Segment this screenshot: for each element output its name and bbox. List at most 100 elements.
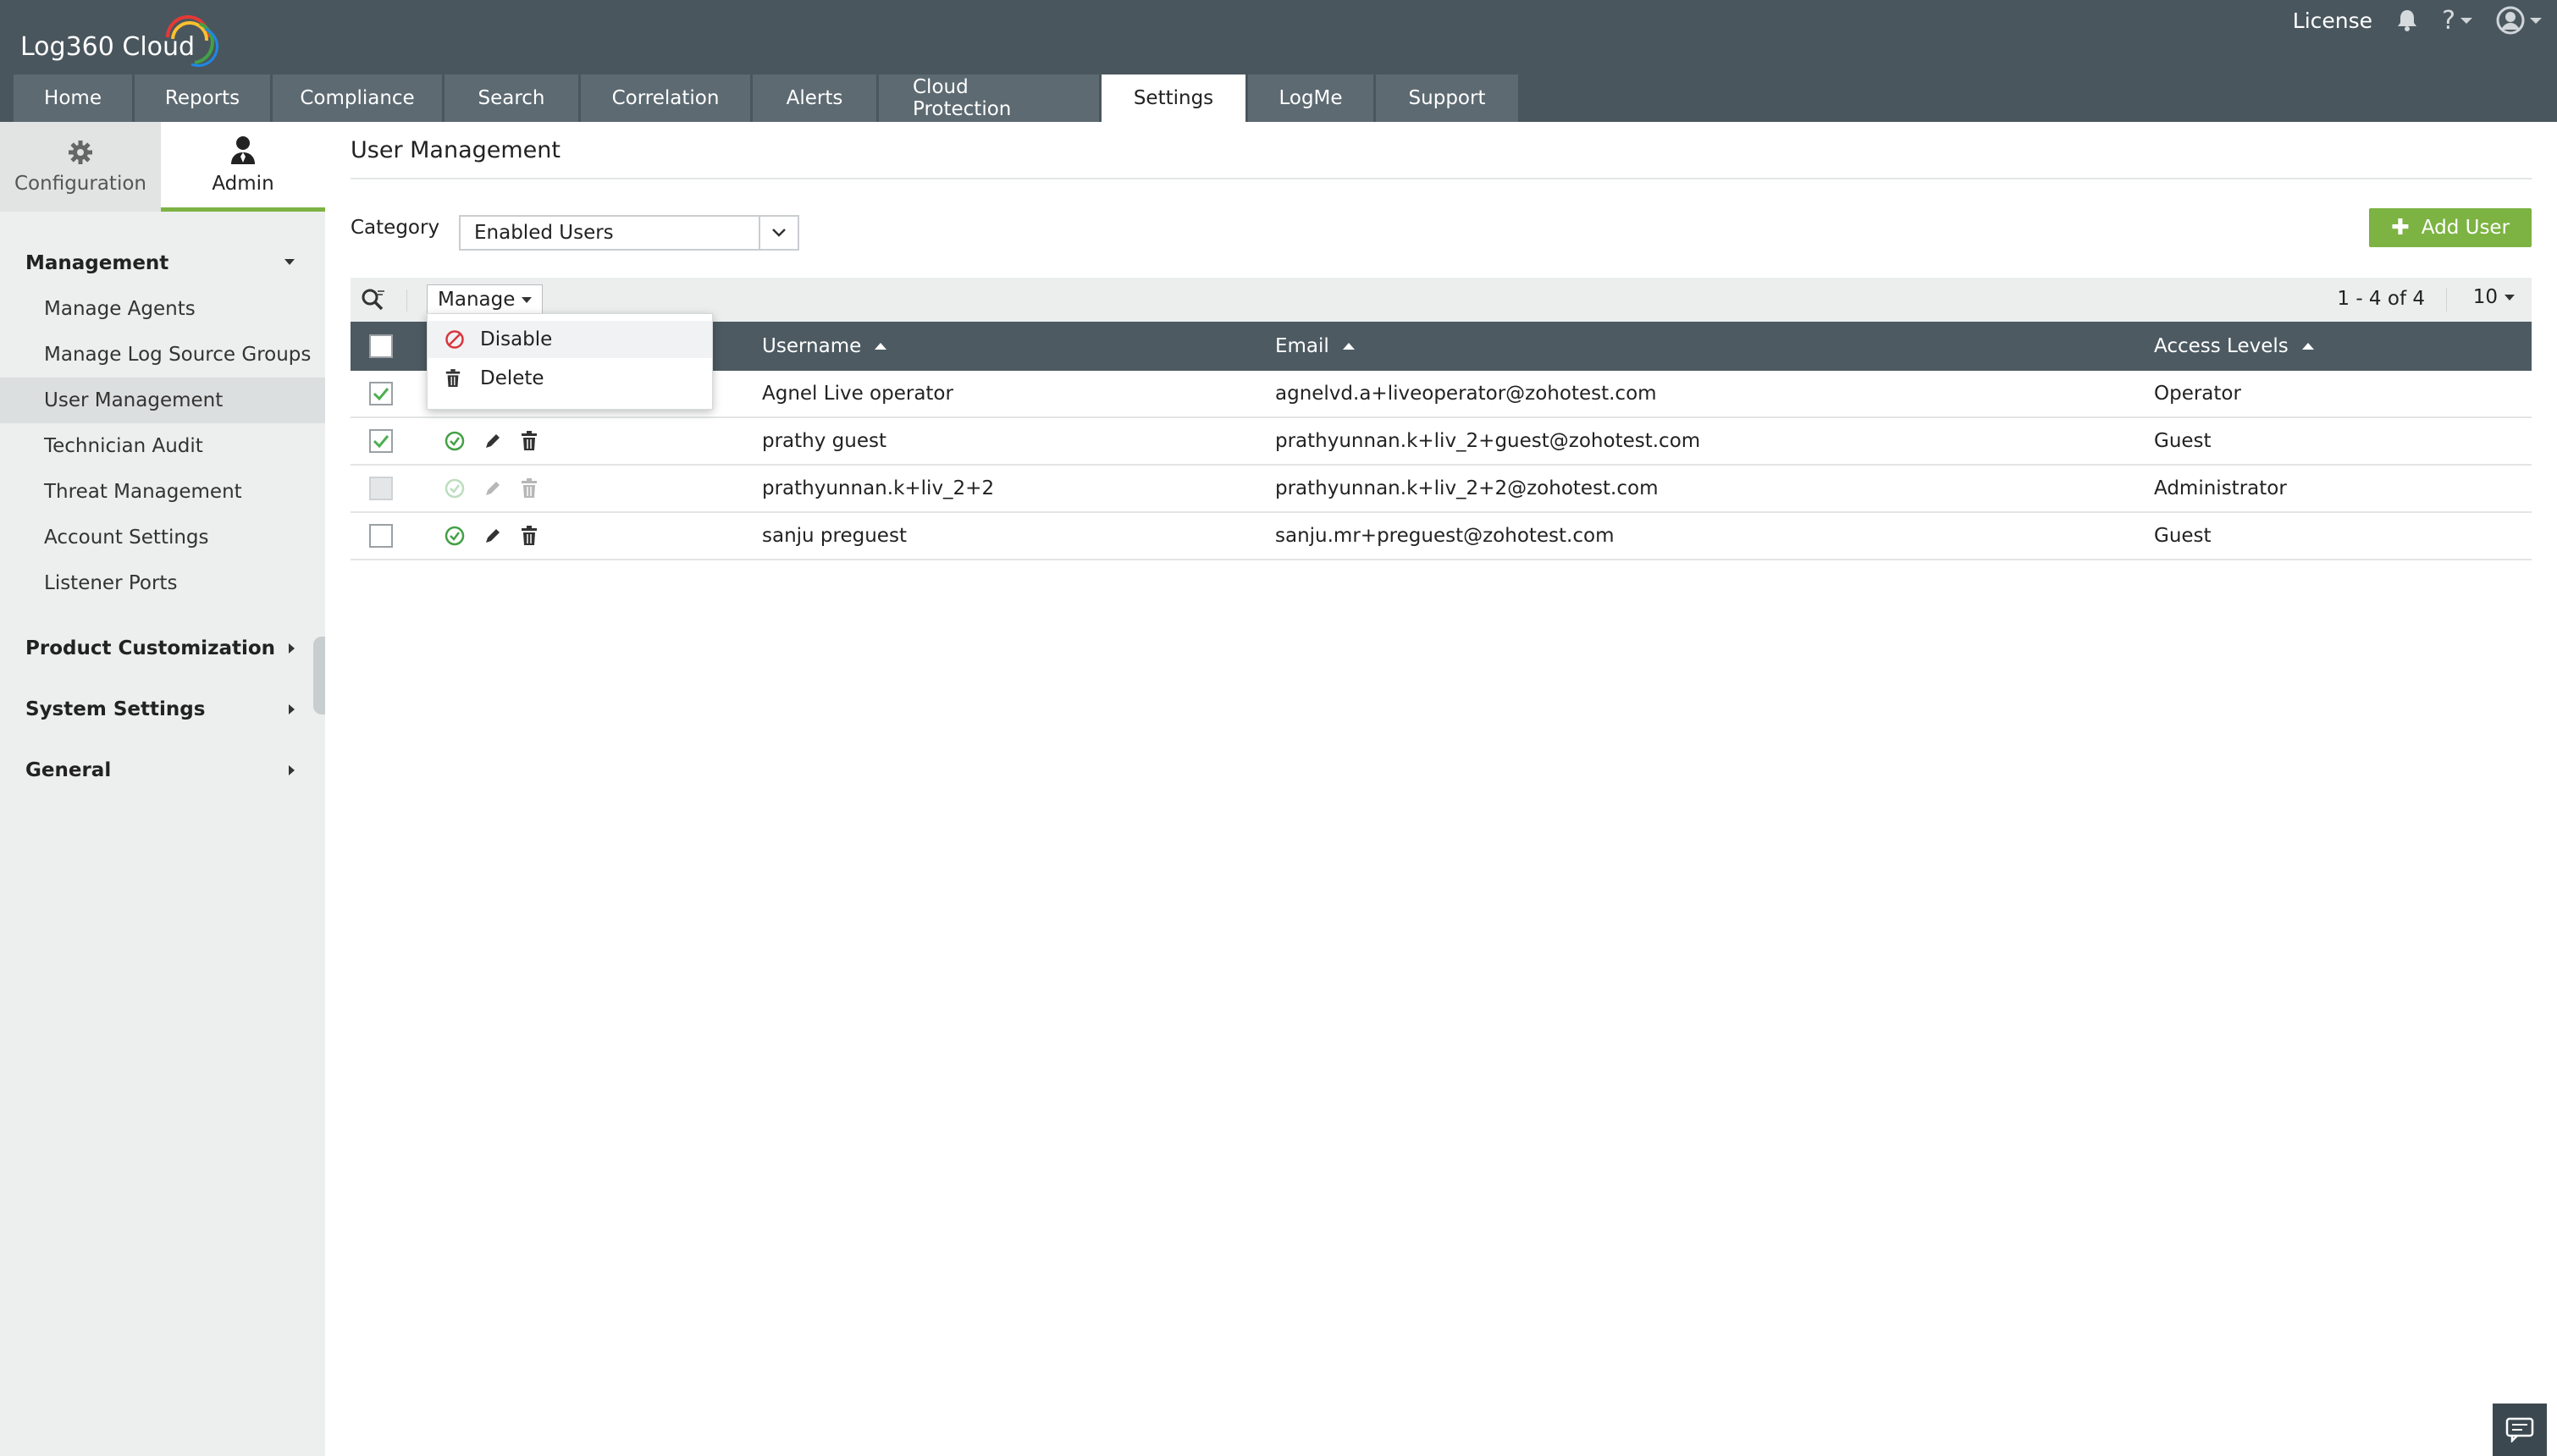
- menu-item-delete-label: Delete: [480, 367, 544, 389]
- sort-asc-icon: [2301, 343, 2314, 350]
- tab-support[interactable]: Support: [1376, 74, 1518, 122]
- settings-subtabs: Configuration Admin: [0, 122, 325, 212]
- help-icon: ?: [2442, 5, 2455, 36]
- pagination-info: 1 - 4 of 4: [2337, 288, 2425, 310]
- help-caret-icon: [2460, 17, 2472, 24]
- nav-group-management[interactable]: Management: [0, 240, 325, 286]
- manage-dropdown-button[interactable]: Manage: [427, 284, 544, 315]
- row-select-cell: [369, 466, 393, 511]
- checkmark-icon: [373, 388, 389, 400]
- column-header-email-label: Email: [1275, 335, 1329, 357]
- sidebar-item-technician-audit[interactable]: Technician Audit: [0, 423, 325, 469]
- tab-cloud-protection[interactable]: Cloud Protection: [879, 74, 1099, 122]
- add-user-button[interactable]: ✚ Add User: [2369, 208, 2532, 247]
- nav-group-management-label: Management: [25, 252, 169, 274]
- nav-group-product-customization[interactable]: Product Customization: [0, 618, 325, 679]
- delete-trash-icon: [520, 478, 538, 499]
- manage-dropdown-menu: Disable Delete: [427, 313, 713, 410]
- row-checkbox[interactable]: [369, 429, 393, 453]
- column-header-username[interactable]: Username: [762, 322, 887, 371]
- row-checkbox[interactable]: [369, 524, 393, 548]
- plus-icon: ✚: [2390, 215, 2410, 240]
- subtab-configuration-label: Configuration: [14, 173, 146, 195]
- select-all-checkbox[interactable]: [369, 334, 393, 358]
- tab-correlation[interactable]: Correlation: [581, 74, 750, 122]
- sidebar-item-manage-log-source-groups[interactable]: Manage Log Source Groups: [0, 332, 325, 378]
- app-logo[interactable]: Log360 Cloud: [20, 15, 218, 67]
- chevron-down-icon: [759, 217, 798, 249]
- chat-widget-button[interactable]: [2493, 1404, 2547, 1456]
- sidebar-item-threat-management[interactable]: Threat Management: [0, 469, 325, 515]
- sidebar-item-account-settings[interactable]: Account Settings: [0, 515, 325, 560]
- tab-logme[interactable]: LogMe: [1248, 74, 1373, 122]
- column-header-access-levels[interactable]: Access Levels: [2154, 322, 2314, 371]
- page-title: User Management: [351, 137, 561, 163]
- delete-trash-icon[interactable]: [520, 526, 538, 546]
- tab-settings[interactable]: Settings: [1102, 74, 1245, 122]
- email-cell: prathyunnan.k+liv_2+guest@zohotest.com: [1275, 430, 1701, 452]
- edit-pencil-icon: [483, 478, 503, 499]
- category-select[interactable]: Enabled Users: [459, 215, 799, 251]
- license-link[interactable]: License: [2293, 8, 2372, 33]
- enable-status-icon: [444, 477, 466, 499]
- title-divider: [351, 178, 2532, 179]
- help-menu[interactable]: ?: [2442, 6, 2472, 36]
- enable-status-icon[interactable]: [444, 525, 466, 547]
- select-all-cell: [369, 322, 393, 371]
- email-cell: prathyunnan.k+liv_2+2@zohotest.com: [1275, 477, 1659, 499]
- tab-search[interactable]: Search: [445, 74, 578, 122]
- email-cell: sanju.mr+preguest@zohotest.com: [1275, 525, 1615, 547]
- delete-trash-icon: [445, 369, 465, 388]
- tab-home[interactable]: Home: [14, 74, 132, 122]
- access-level-cell: Guest: [2154, 525, 2212, 547]
- access-level-cell: Guest: [2154, 430, 2212, 452]
- sidebar-collapse-handle[interactable]: [313, 637, 325, 714]
- tab-alerts[interactable]: Alerts: [753, 74, 876, 122]
- notifications-bell-icon[interactable]: [2396, 8, 2418, 32]
- tab-compliance[interactable]: Compliance: [273, 74, 442, 122]
- email-cell: agnelvd.a+liveoperator@zohotest.com: [1275, 383, 1657, 405]
- gear-icon: [69, 141, 92, 164]
- page-size-select[interactable]: 10: [2473, 286, 2515, 308]
- table-row: prathy guest prathyunnan.k+liv_2+guest@z…: [351, 418, 2532, 466]
- profile-caret-icon: [2530, 17, 2542, 24]
- edit-pencil-icon[interactable]: [483, 431, 503, 451]
- menu-item-disable[interactable]: Disable: [428, 321, 712, 358]
- table-row: sanju preguest sanju.mr+preguest@zohotes…: [351, 513, 2532, 560]
- enable-status-icon[interactable]: [444, 430, 466, 452]
- toolbar-divider: [406, 290, 407, 312]
- sidebar: Configuration Admin Management Manage Ag…: [0, 122, 325, 1456]
- row-select-cell: [369, 371, 393, 416]
- delete-trash-icon[interactable]: [520, 431, 538, 451]
- sidebar-item-listener-ports[interactable]: Listener Ports: [0, 560, 325, 606]
- sidebar-item-user-management[interactable]: User Management: [0, 378, 325, 423]
- row-actions: [444, 418, 555, 464]
- manage-label: Manage: [438, 289, 516, 311]
- menu-item-delete[interactable]: Delete: [428, 360, 712, 397]
- nav-group-system-settings[interactable]: System Settings: [0, 679, 325, 740]
- edit-pencil-icon[interactable]: [483, 526, 503, 546]
- admin-user-icon: [231, 135, 255, 164]
- tab-reports[interactable]: Reports: [135, 74, 270, 122]
- caret-down-icon: [2505, 294, 2515, 301]
- row-checkbox[interactable]: [369, 382, 393, 405]
- sidebar-item-manage-agents[interactable]: Manage Agents: [0, 286, 325, 332]
- row-select-cell: [369, 513, 393, 559]
- column-header-email[interactable]: Email: [1275, 322, 1355, 371]
- add-user-label: Add User: [2421, 217, 2510, 239]
- subtab-admin[interactable]: Admin: [161, 122, 325, 212]
- nav-group-product-customization-label: Product Customization: [25, 637, 276, 659]
- collapse-arrow-icon: [284, 259, 295, 265]
- nav-group-general[interactable]: General: [0, 740, 325, 801]
- user-profile-menu[interactable]: [2496, 6, 2542, 35]
- subtab-configuration[interactable]: Configuration: [0, 122, 161, 212]
- user-avatar-icon: [2496, 6, 2525, 35]
- top-bar: Log360 Cloud License ? Home Reports Comp…: [0, 0, 2557, 122]
- row-select-cell: [369, 418, 393, 464]
- sort-asc-icon: [1342, 343, 1355, 350]
- access-level-cell: Administrator: [2154, 477, 2287, 499]
- search-filter-icon[interactable]: [361, 288, 386, 315]
- column-header-access-levels-label: Access Levels: [2154, 335, 2289, 357]
- row-actions: [444, 513, 555, 559]
- username-cell: prathy guest: [762, 430, 886, 452]
